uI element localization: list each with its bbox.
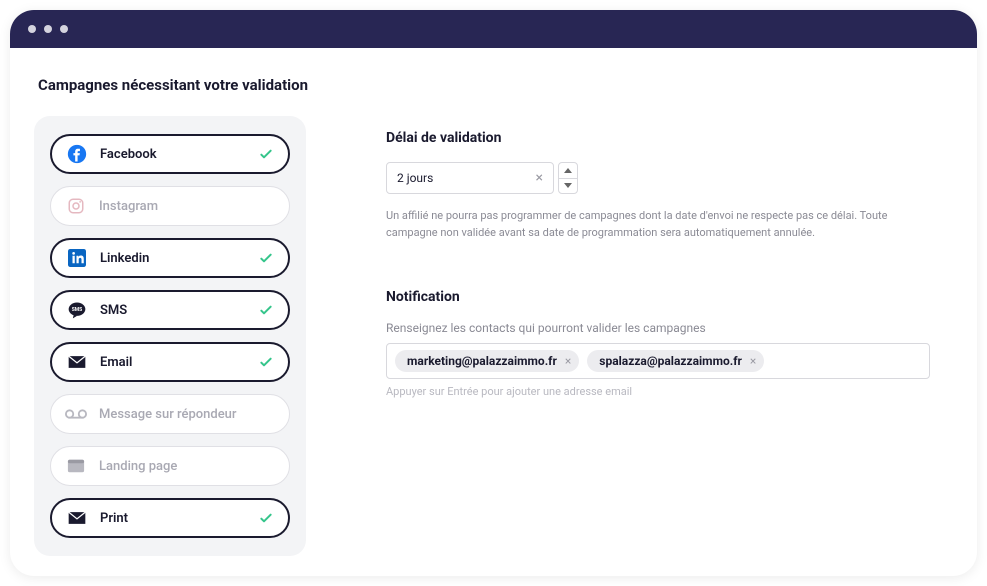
delay-select[interactable]: 2 jours × xyxy=(386,162,554,194)
titlebar xyxy=(10,10,977,48)
delay-title: Délai de validation xyxy=(386,130,953,146)
clear-icon[interactable]: × xyxy=(536,170,543,186)
contact-tag: spalazza@palazzaimmo.fr × xyxy=(587,350,764,372)
check-icon xyxy=(258,510,274,526)
channel-item-landing[interactable]: Landing page xyxy=(50,446,290,486)
landing-icon xyxy=(65,455,87,477)
delay-value: 2 jours xyxy=(397,171,433,185)
facebook-icon xyxy=(66,143,88,165)
voicemail-icon xyxy=(65,403,87,425)
channel-item-print[interactable]: Print xyxy=(50,498,290,538)
window-dot xyxy=(28,25,36,33)
contact-email: marketing@palazzaimmo.fr xyxy=(407,354,557,368)
contact-tag: marketing@palazzaimmo.fr × xyxy=(395,350,579,372)
notification-label: Renseignez les contacts qui pourront val… xyxy=(386,321,953,335)
sms-icon: SMS xyxy=(66,299,88,321)
channel-label: Facebook xyxy=(100,147,258,162)
notification-title: Notification xyxy=(386,289,953,305)
main-panel: Délai de validation 2 jours × xyxy=(386,116,953,556)
channel-label: Message sur répondeur xyxy=(99,407,275,422)
instagram-icon xyxy=(65,195,87,217)
print-icon xyxy=(66,507,88,529)
channel-label: Linkedin xyxy=(100,251,258,266)
check-icon xyxy=(258,302,274,318)
check-icon xyxy=(258,354,274,370)
email-icon xyxy=(66,351,88,373)
contacts-hint: Appuyer sur Entrée pour ajouter une adre… xyxy=(386,385,953,398)
check-icon xyxy=(258,250,274,266)
linkedin-icon xyxy=(66,247,88,269)
delay-stepper xyxy=(558,162,578,194)
channel-item-email[interactable]: Email xyxy=(50,342,290,382)
stepper-down[interactable] xyxy=(559,179,577,194)
channel-label: Print xyxy=(100,511,258,526)
delay-field-row: 2 jours × xyxy=(386,162,953,194)
channel-label: Landing page xyxy=(99,459,275,474)
channel-label: SMS xyxy=(100,303,258,318)
body: Facebook Instagram xyxy=(34,116,953,556)
stepper-up[interactable] xyxy=(559,163,577,179)
channel-item-voicemail[interactable]: Message sur répondeur xyxy=(50,394,290,434)
window-dot xyxy=(60,25,68,33)
content: Campagnes nécessitant votre validation F… xyxy=(10,48,977,576)
contacts-input[interactable]: marketing@palazzaimmo.fr × spalazza@pala… xyxy=(386,343,930,379)
channel-label: Instagram xyxy=(99,199,275,214)
remove-tag-icon[interactable]: × xyxy=(565,354,571,368)
channel-item-sms[interactable]: SMS SMS xyxy=(50,290,290,330)
channel-label: Email xyxy=(100,355,258,370)
channel-item-instagram[interactable]: Instagram xyxy=(50,186,290,226)
channel-panel: Facebook Instagram xyxy=(34,116,306,556)
svg-text:SMS: SMS xyxy=(72,307,83,313)
app-window: Campagnes nécessitant votre validation F… xyxy=(10,10,977,576)
channel-list: Facebook Instagram xyxy=(50,134,290,538)
delay-help-text: Un affilié ne pourra pas programmer de c… xyxy=(386,208,926,241)
window-dot xyxy=(44,25,52,33)
page-title: Campagnes nécessitant votre validation xyxy=(34,76,953,94)
check-icon xyxy=(258,146,274,162)
channel-item-facebook[interactable]: Facebook xyxy=(50,134,290,174)
remove-tag-icon[interactable]: × xyxy=(750,354,756,368)
contact-email: spalazza@palazzaimmo.fr xyxy=(599,354,742,368)
channel-item-linkedin[interactable]: Linkedin xyxy=(50,238,290,278)
